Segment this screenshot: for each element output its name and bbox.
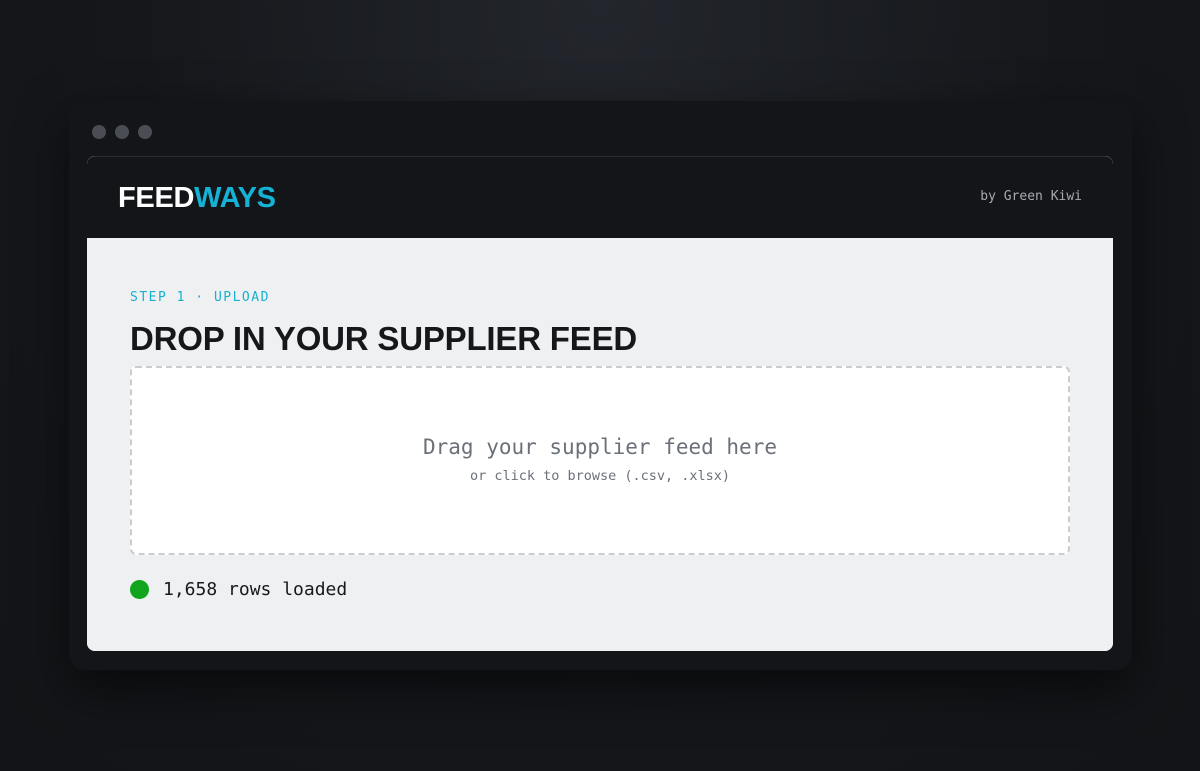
step-label: STEP 1 · UPLOAD <box>130 290 270 305</box>
window-close-dot[interactable] <box>92 125 106 139</box>
dropzone-secondary-text: or click to browse (.csv, .xlsx) <box>469 468 731 484</box>
window-controls <box>92 125 152 139</box>
app-header: FEEDWAYS by Green Kiwi <box>87 156 1113 238</box>
file-dropzone[interactable]: Drag your supplier feed here or click to… <box>130 366 1070 555</box>
logo[interactable]: FEEDWAYS <box>118 182 276 214</box>
main-content: STEP 1 · UPLOAD DROP IN YOUR SUPPLIER FE… <box>87 238 1113 651</box>
dropzone-primary-text: Drag your supplier feed here <box>422 435 777 459</box>
logo-text-feed: FEED <box>118 182 195 214</box>
app-frame: FEEDWAYS by Green Kiwi STEP 1 · UPLOAD D… <box>87 156 1113 651</box>
status-indicator: 1,658 rows loaded <box>130 579 347 600</box>
logo-text-ways: WAYS <box>194 182 276 214</box>
window-maximize-dot[interactable] <box>138 125 152 139</box>
app-window: FEEDWAYS by Green Kiwi STEP 1 · UPLOAD D… <box>69 101 1132 670</box>
status-success-dot-icon <box>130 580 149 599</box>
status-text: 1,658 rows loaded <box>163 579 348 600</box>
page-title: DROP IN YOUR SUPPLIER FEED <box>130 320 638 357</box>
window-minimize-dot[interactable] <box>115 125 129 139</box>
byline: by Green Kiwi <box>980 189 1082 204</box>
